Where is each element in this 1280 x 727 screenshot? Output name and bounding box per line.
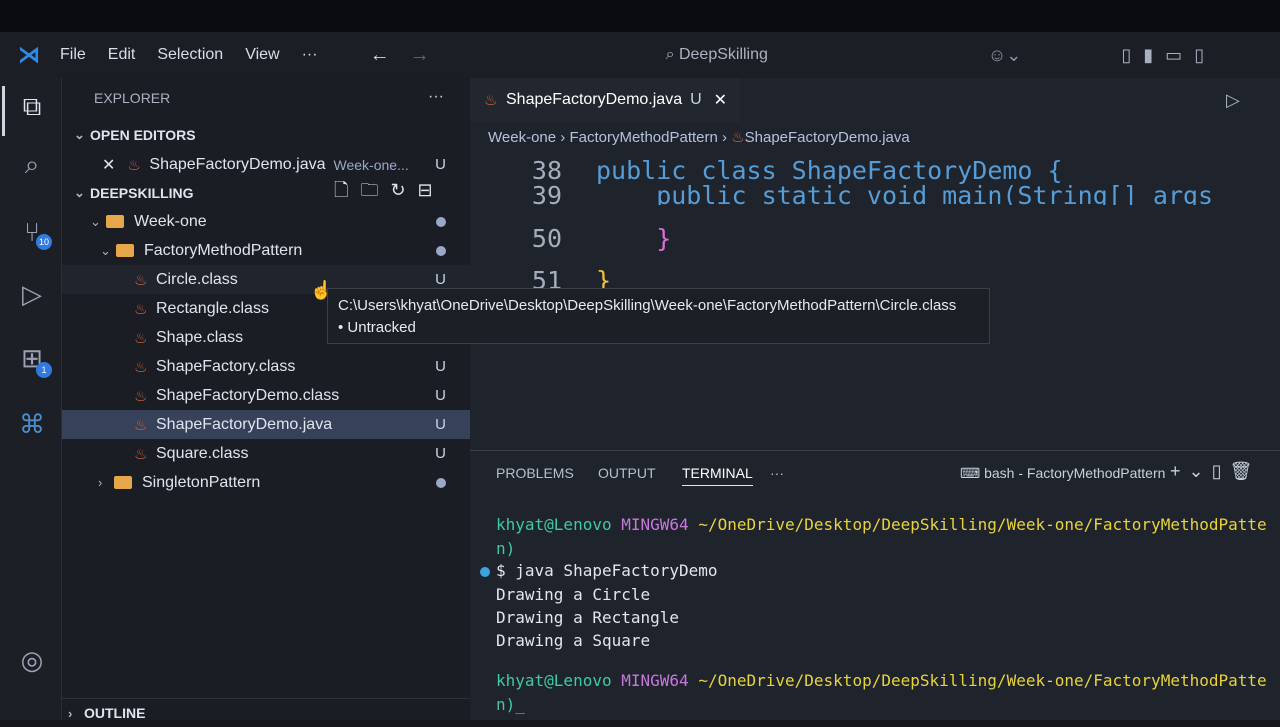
open-editors-header[interactable]: ⌄ OPEN EDITORS	[62, 120, 470, 149]
title-bar: ⋊ File Edit Selection View ··· ← → ⌕ Dee…	[0, 32, 1280, 78]
run-debug-icon[interactable]: ▷	[16, 278, 48, 310]
forward-arrow-icon[interactable]: →	[410, 44, 430, 67]
terminal-prompt: khyat@Lenovo MINGW64 ~/OneDrive/Desktop/…	[496, 671, 1267, 690]
terminal-input-line[interactable]: n)_	[496, 695, 525, 714]
terminal-panel: PROBLEMS OUTPUT TERMINAL ··· ⌨ bash - Fa…	[470, 450, 1280, 720]
editor-area: ♨ ShapeFactoryDemo.java U ✕ ▷ Week-one ›…	[470, 78, 1280, 450]
tab-output[interactable]: OUTPUT	[598, 465, 656, 481]
explorer-title: EXPLORER	[94, 90, 171, 106]
menu-selection[interactable]: Selection	[157, 46, 223, 64]
terminal-output-line: Drawing a Square	[496, 631, 651, 650]
chevron-down-icon: ⌄	[74, 126, 85, 142]
terminal-shell-selector[interactable]: ⌨ bash - FactoryMethodPattern	[960, 465, 1165, 482]
terminal-prompt-wrap: n)	[496, 539, 516, 558]
file-tooltip: C:\Users\khyat\OneDrive\Desktop\DeepSkil…	[327, 288, 990, 344]
scm-badge: 10	[36, 234, 52, 250]
tree-folder-singletonpattern[interactable]: › SingletonPattern	[62, 468, 470, 497]
terminal-output-line: Drawing a Circle	[496, 585, 651, 604]
vscode-logo-icon: ⋊	[18, 42, 40, 67]
code-text: }	[596, 224, 672, 253]
java-file-icon: ♨	[731, 129, 745, 146]
menu-view[interactable]: View	[245, 46, 279, 64]
outline-header[interactable]: › OUTLINE	[62, 698, 470, 727]
terminal-prompt: khyat@Lenovo MINGW64 ~/OneDrive/Desktop/…	[496, 515, 1267, 534]
tooltip-path: C:\Users\khyat\OneDrive\Desktop\DeepSkil…	[338, 297, 957, 314]
breadcrumb-week-one[interactable]: Week-one	[488, 129, 556, 146]
terminal-actions[interactable]: +⌄▯🗑	[1170, 461, 1260, 482]
tree-folder-factorymethodpattern[interactable]: ⌄ FactoryMethodPattern	[62, 236, 470, 265]
screen-bezel	[0, 0, 1280, 32]
terminal-output-line: Drawing a Rectangle	[496, 608, 680, 627]
hand-cursor-icon: ☝	[310, 280, 333, 300]
java-file-icon: ♨	[134, 416, 148, 434]
java-file-icon: ♨	[134, 329, 148, 347]
extensions-badge: 1	[36, 362, 52, 378]
search-icon: ⌕	[665, 46, 679, 63]
tree-folder-week-one[interactable]: ⌄ Week-one	[62, 207, 470, 236]
java-file-icon: ♨	[134, 445, 148, 463]
close-icon[interactable]: ✕	[102, 155, 115, 175]
java-file-icon: ♨	[134, 271, 148, 289]
breadcrumb-factorymethodpattern[interactable]: FactoryMethodPattern	[569, 129, 717, 146]
explorer-icon[interactable]: ⧉	[16, 90, 48, 122]
chevron-right-icon: ›	[98, 475, 103, 490]
menu-file[interactable]: File	[60, 46, 86, 64]
explorer-more-button[interactable]: ···	[428, 88, 444, 106]
chevron-down-icon: ⌄	[74, 184, 85, 200]
terminal-icon: ⌨	[960, 465, 985, 481]
modified-dot	[436, 245, 446, 256]
code-text: public static void main(String[] args	[596, 181, 1214, 205]
run-icon[interactable]: ▷	[1226, 90, 1240, 111]
tooltip-status: • Untracked	[338, 319, 416, 336]
copilot-icon[interactable]: ☺⌄	[988, 45, 1021, 66]
java-file-icon: ♨	[127, 156, 141, 174]
java-file-icon: ♨	[134, 300, 148, 318]
folder-icon	[116, 244, 134, 257]
account-icon[interactable]: ◎	[16, 644, 48, 676]
command-decoration-dot[interactable]	[480, 567, 490, 577]
menu-edit[interactable]: Edit	[108, 46, 136, 64]
folder-icon	[114, 476, 132, 489]
panel-more-button[interactable]: ···	[770, 465, 784, 481]
workspace-header[interactable]: ⌄ DEEPSKILLING 🗋🗀↻⊟	[62, 178, 470, 207]
chevron-down-icon: ⌄	[100, 242, 111, 258]
command-center-search[interactable]: ⌕ DeepSkilling	[666, 46, 768, 64]
active-indicator	[2, 86, 5, 136]
tree-file-square[interactable]: ♨ Square.class U	[62, 439, 470, 468]
breadcrumb-file[interactable]: ShapeFactoryDemo.java	[745, 129, 910, 146]
modified-dot	[436, 477, 446, 488]
tree-file-shapefactory[interactable]: ♨ ShapeFactory.class U	[62, 352, 470, 381]
back-arrow-icon[interactable]: ←	[370, 44, 390, 67]
close-tab-icon[interactable]: ✕	[714, 90, 727, 110]
code-line[interactable]: 50 }	[470, 224, 671, 253]
breadcrumb: Week-one › FactoryMethodPattern › ♨Shape…	[488, 129, 910, 146]
open-editor-item[interactable]: ✕ ♨ ShapeFactoryDemo.java Week-one... U	[62, 150, 470, 179]
search-icon[interactable]: ⌕	[16, 148, 48, 180]
java-file-icon: ♨	[134, 358, 148, 376]
python-icon[interactable]: ⌘	[16, 408, 48, 440]
explorer-actions[interactable]: 🗋🗀↻⊟	[334, 178, 445, 208]
java-file-icon: ♨	[134, 387, 148, 405]
modified-dot	[436, 216, 446, 227]
chevron-right-icon: ›	[68, 705, 73, 721]
chevron-down-icon: ⌄	[90, 213, 101, 229]
tab-terminal[interactable]: TERMINAL	[682, 465, 753, 486]
tree-file-shapefactorydemo-java[interactable]: ♨ ShapeFactoryDemo.java U	[62, 410, 470, 439]
code-line[interactable]: 39 public static void main(String[] args	[470, 181, 1213, 205]
tab-shapefactorydemo-java[interactable]: ♨ ShapeFactoryDemo.java U ✕	[470, 78, 740, 122]
tree-file-shapefactorydemo-class[interactable]: ♨ ShapeFactoryDemo.class U	[62, 381, 470, 410]
activity-bar: ⧉ ⌕ ⑂ 10 ▷ ⊞ 1 ⌘ ◎	[0, 78, 62, 720]
menu-more[interactable]: ···	[302, 46, 318, 64]
folder-icon	[106, 215, 124, 228]
terminal-command: $ java ShapeFactoryDemo	[496, 561, 718, 580]
java-file-icon: ♨	[484, 92, 498, 109]
explorer-sidebar: EXPLORER ··· ⌄ OPEN EDITORS ✕ ♨ ShapeFacto…	[62, 78, 470, 721]
tab-problems[interactable]: PROBLEMS	[496, 465, 574, 481]
layout-controls[interactable]: ▯▮▭▯	[1121, 45, 1216, 66]
